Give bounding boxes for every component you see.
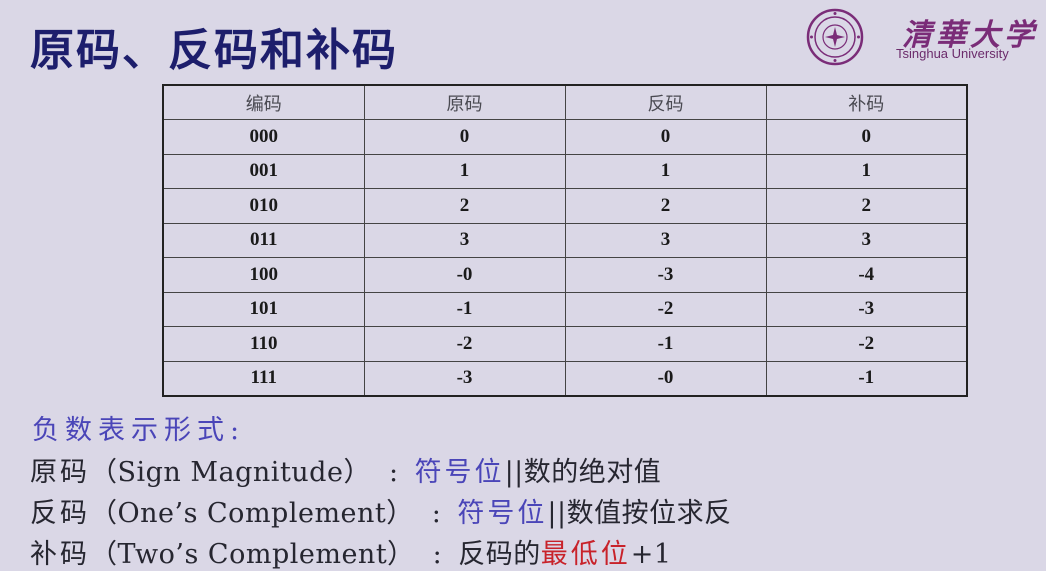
table-row: 100 -0 -3 -4 [162, 257, 968, 293]
cell-encoding: 111 [162, 360, 365, 397]
table-row: 110 -2 -1 -2 [162, 326, 968, 362]
cell-ones-complement: -2 [564, 291, 767, 327]
sign-magnitude-definition: 原码（Sign Magnitude）: 符号位||数的绝对值 [30, 450, 661, 489]
definition-english: （Sign Magnitude） [90, 457, 371, 488]
cell-sign-magnitude: 0 [363, 119, 566, 155]
definition-rest: ||数值按位求反 [547, 498, 732, 529]
definition-colon: : [388, 457, 399, 488]
cell-twos-complement: -4 [765, 257, 968, 293]
definition-english: （One’s Complement） [90, 498, 414, 529]
cell-ones-complement: 0 [564, 119, 767, 155]
encoding-table: 编码 原码 反码 补码 000 0 0 0 001 1 1 1 010 2 2 … [162, 84, 968, 397]
definition-rest: 反码的 [458, 539, 541, 570]
cell-ones-complement: 3 [564, 222, 767, 258]
cell-twos-complement: 0 [765, 119, 968, 155]
university-seal-icon [806, 8, 864, 66]
cell-encoding: 110 [162, 326, 365, 362]
table-row: 000 0 0 0 [162, 119, 968, 155]
definition-term: 反码 [30, 498, 90, 529]
cell-encoding: 100 [162, 257, 365, 293]
cell-twos-complement: -1 [765, 360, 968, 397]
cell-sign-magnitude: 3 [363, 222, 566, 258]
cell-encoding: 000 [162, 119, 365, 155]
logo-english-name: Tsinghua University [896, 46, 1009, 61]
cell-twos-complement: 2 [765, 188, 968, 224]
header-ones-complement: 反码 [564, 84, 767, 120]
definition-term: 原码 [30, 457, 90, 488]
table-row: 001 1 1 1 [162, 153, 968, 189]
cell-sign-magnitude: -0 [363, 257, 566, 293]
cell-ones-complement: 2 [564, 188, 767, 224]
definition-english: （Two’s Complement） [90, 539, 415, 570]
cell-sign-magnitude: -3 [363, 360, 566, 397]
definition-rest: ||数的绝对值 [504, 457, 662, 488]
definition-sign-bit: 符号位 [457, 498, 548, 529]
cell-sign-magnitude: 2 [363, 188, 566, 224]
cell-twos-complement: -2 [765, 326, 968, 362]
cell-sign-magnitude: 1 [363, 153, 566, 189]
header-encoding: 编码 [162, 84, 365, 120]
cell-ones-complement: 1 [564, 153, 767, 189]
definition-term: 补码 [30, 539, 90, 570]
table-header-row: 编码 原码 反码 补码 [162, 84, 968, 120]
cell-sign-magnitude: -2 [363, 326, 566, 362]
table-row: 111 -3 -0 -1 [162, 360, 968, 397]
definition-colon: : [432, 539, 443, 570]
ones-complement-definition: 反码（One’s Complement）: 符号位||数值按位求反 [30, 491, 732, 530]
cell-encoding: 101 [162, 291, 365, 327]
twos-complement-definition: 补码（Two’s Complement）: 反码的最低位+1 [30, 532, 672, 571]
cell-twos-complement: 3 [765, 222, 968, 258]
cell-sign-magnitude: -1 [363, 291, 566, 327]
definition-sign-bit: 符号位 [414, 457, 505, 488]
cell-ones-complement: -3 [564, 257, 767, 293]
table-row: 101 -1 -2 -3 [162, 291, 968, 327]
table-row: 011 3 3 3 [162, 222, 968, 258]
definition-tail: +1 [630, 539, 672, 570]
cell-encoding: 001 [162, 153, 365, 189]
tsinghua-logo: 清華大学 Tsinghua University [806, 8, 1036, 68]
definition-lowest-bit: 最低位 [540, 539, 631, 570]
table-row: 010 2 2 2 [162, 188, 968, 224]
cell-ones-complement: -0 [564, 360, 767, 397]
cell-encoding: 010 [162, 188, 365, 224]
cell-twos-complement: -3 [765, 291, 968, 327]
header-sign-magnitude: 原码 [363, 84, 566, 120]
cell-twos-complement: 1 [765, 153, 968, 189]
page-title: 原码、反码和补码 [30, 25, 398, 76]
header-twos-complement: 补码 [765, 84, 968, 120]
cell-encoding: 011 [162, 222, 365, 258]
cell-ones-complement: -1 [564, 326, 767, 362]
definition-colon: : [431, 498, 442, 529]
negative-forms-heading: 负数表示形式: [32, 415, 246, 446]
